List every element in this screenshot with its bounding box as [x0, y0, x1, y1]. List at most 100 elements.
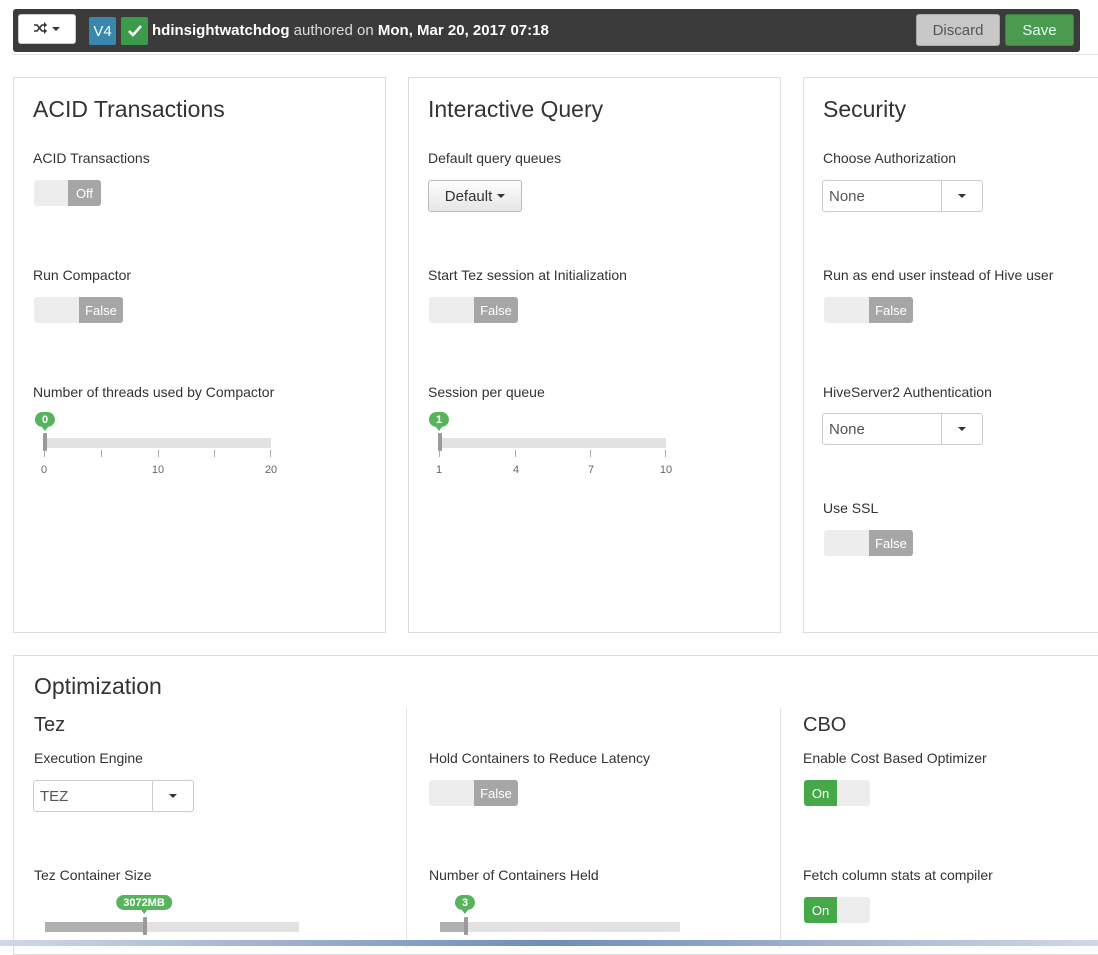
hold-containers-label: Hold Containers to Reduce Latency [429, 750, 651, 766]
authorization-select[interactable]: None [822, 180, 983, 212]
save-button[interactable]: Save [1005, 14, 1074, 46]
fetch-column-stats-label: Fetch column stats at compiler [803, 867, 993, 883]
slider-value-badge: 3 [454, 895, 476, 914]
interactive-query-panel: Interactive Query Default query queues D… [408, 77, 781, 633]
slider-value-badge: 1 [428, 412, 450, 431]
select-toggle[interactable] [152, 781, 193, 811]
slider-tick-label: 20 [264, 464, 278, 476]
tez-session-label: Start Tez session at Initialization [428, 267, 627, 283]
chevron-down-icon [958, 427, 966, 431]
slider-tick [515, 450, 516, 457]
hiveserver2-authentication-label: HiveServer2 Authentication [823, 384, 992, 400]
slider-tick-label: 1 [435, 464, 443, 476]
security-panel: Security Choose Authorization None Run a… [803, 77, 1098, 633]
slider-tick [665, 450, 666, 457]
slider-tick [101, 450, 102, 457]
tez-session-toggle[interactable]: False [429, 297, 518, 323]
slider-value-badge: 3072MB [116, 895, 172, 914]
select-value: TEZ [40, 787, 69, 805]
author-date: Mon, Mar 20, 2017 07:18 [377, 22, 549, 39]
cbo-heading: CBO [803, 714, 847, 736]
select-value: None [829, 187, 865, 205]
column-divider [780, 708, 781, 948]
hold-containers-toggle[interactable]: False [429, 780, 518, 806]
column-divider [406, 708, 407, 948]
toggle-state: False [869, 530, 913, 556]
run-compactor-toggle[interactable]: False [34, 297, 123, 323]
tez-container-size-label: Tez Container Size [34, 867, 152, 883]
slider-value-badge: 0 [34, 412, 56, 431]
run-as-end-user-toggle[interactable]: False [824, 297, 913, 323]
slider-handle[interactable] [464, 917, 468, 935]
slider-tick [590, 450, 591, 457]
slider-tick [439, 450, 440, 457]
panel-title: Optimization [34, 673, 162, 699]
chevron-down-icon [169, 794, 177, 798]
chevron-down-icon [52, 27, 60, 31]
execution-engine-select[interactable]: TEZ [33, 780, 194, 812]
toggle-state: False [474, 297, 518, 323]
panel-title: Interactive Query [428, 96, 604, 122]
slider-tick-label: 0 [40, 464, 48, 476]
tez-heading: Tez [34, 714, 66, 736]
choose-authorization-label: Choose Authorization [823, 150, 957, 166]
top-toolbar: V4 hdinsightwatchdog authored on Mon, Ma… [13, 9, 1080, 52]
dropdown-value: Default [444, 187, 493, 205]
shuffle-icon [34, 21, 48, 37]
execution-engine-label: Execution Engine [34, 750, 143, 766]
discard-button[interactable]: Discard [916, 14, 1000, 46]
select-toggle[interactable] [941, 181, 982, 211]
acid-transactions-toggle[interactable]: Off [34, 180, 101, 206]
slider-tick-label: 7 [587, 464, 595, 476]
default-query-queues-dropdown[interactable]: Default [428, 180, 522, 212]
divider [13, 54, 1098, 55]
containers-held-label: Number of Containers Held [429, 867, 599, 883]
run-compactor-label: Run Compactor [33, 267, 132, 283]
use-ssl-label: Use SSL [823, 500, 879, 516]
session-per-queue-slider[interactable] [439, 438, 666, 448]
panel-title: Security [823, 96, 907, 122]
cost-based-optimizer-toggle[interactable]: On [804, 780, 870, 806]
slider-handle[interactable] [438, 433, 442, 451]
run-as-end-user-label: Run as end user instead of Hive user [823, 267, 1054, 283]
slider-tick [270, 450, 271, 457]
chevron-down-icon [958, 194, 966, 198]
slider-tick [44, 450, 45, 457]
toggle-state: False [474, 780, 518, 806]
slider-tick-label: 10 [151, 464, 165, 476]
panel-title: ACID Transactions [33, 96, 225, 122]
toggle-state: False [869, 297, 913, 323]
author-info: hdinsightwatchdog authored on Mon, Mar 2… [152, 22, 549, 39]
compactor-threads-slider[interactable] [44, 438, 271, 448]
acid-transactions-panel: ACID Transactions ACID Transactions Off … [13, 77, 386, 633]
chevron-down-icon [497, 194, 506, 198]
use-ssl-toggle[interactable]: False [824, 530, 913, 556]
window-bottom-edge [0, 940, 1098, 946]
select-toggle[interactable] [941, 414, 982, 444]
toggle-state: On [804, 897, 837, 923]
default-query-queues-label: Default query queues [428, 150, 562, 166]
slider-handle[interactable] [143, 917, 147, 935]
version-badge: V4 [89, 17, 116, 45]
fetch-column-stats-toggle[interactable]: On [804, 897, 870, 923]
slider-fill [440, 922, 464, 932]
toggle-state: False [79, 297, 123, 323]
session-per-queue-label: Session per queue [428, 384, 545, 400]
toggle-state: Off [68, 180, 101, 206]
slider-tick-label: 4 [512, 464, 520, 476]
containers-held-slider[interactable] [440, 922, 680, 932]
author-name: hdinsightwatchdog [152, 22, 290, 39]
hiveserver2-authentication-select[interactable]: None [822, 413, 983, 445]
slider-tick-label: 10 [659, 464, 673, 476]
optimization-panel: Optimization Tez Execution Engine TEZ Te… [13, 655, 1098, 955]
slider-handle[interactable] [43, 433, 47, 451]
acid-transactions-label: ACID Transactions [33, 150, 150, 166]
slider-fill [45, 922, 147, 932]
compactor-threads-label: Number of threads used by Compactor [33, 384, 275, 400]
authored-text: authored on [289, 22, 378, 39]
cost-based-optimizer-label: Enable Cost Based Optimizer [803, 750, 987, 766]
toggle-state: On [804, 780, 837, 806]
tez-container-size-slider[interactable] [45, 922, 299, 932]
slider-tick [214, 450, 215, 457]
version-switch-button[interactable] [18, 14, 76, 44]
